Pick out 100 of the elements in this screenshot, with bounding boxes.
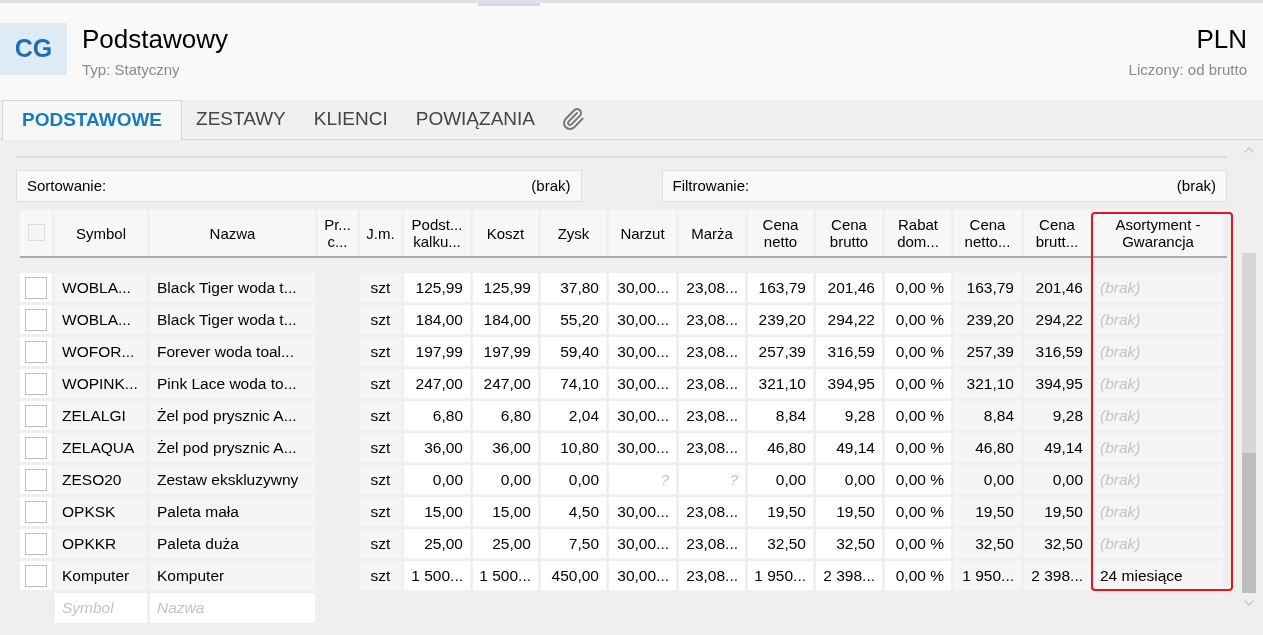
table-cell: 239,20 xyxy=(954,305,1021,334)
column-header[interactable]: Narzut xyxy=(609,210,676,256)
column-header[interactable]: Nazwa xyxy=(150,210,315,256)
table-cell: 1 950... xyxy=(954,561,1021,590)
table-cell: 8,84 xyxy=(748,401,813,430)
sort-label: Sortowanie: xyxy=(27,175,107,196)
column-header[interactable]: Marża xyxy=(679,210,745,256)
profile-title: Podstawowy xyxy=(82,23,228,55)
profile-type: Typ: Statyczny xyxy=(82,60,181,80)
tab[interactable]: PODSTAWOWE xyxy=(2,100,183,140)
row-checkbox[interactable] xyxy=(25,404,47,427)
table-cell: OPKKR xyxy=(55,529,147,558)
table-cell: 450,00 xyxy=(541,561,606,590)
filter-value: (brak) xyxy=(1176,175,1216,196)
table-cell: WOBLA... xyxy=(55,273,147,302)
table-cell: 23,08... xyxy=(679,273,745,302)
table-cell: Paleta duża xyxy=(150,529,315,558)
table-cell: 0,00 % xyxy=(885,401,951,430)
table-cell: 55,20 xyxy=(541,305,606,334)
select-all-checkbox[interactable] xyxy=(27,224,45,241)
filter-label: Filtrowanie: xyxy=(672,175,750,196)
row-checkbox[interactable] xyxy=(25,532,47,555)
row-checkbox[interactable] xyxy=(25,564,47,587)
column-header[interactable]: Zysk xyxy=(541,210,606,256)
table-cell: ZESO20 xyxy=(55,465,147,494)
column-header[interactable]: Rabat dom... xyxy=(885,210,951,256)
table-cell: 0,00 xyxy=(748,465,813,494)
table-cell: 23,08... xyxy=(679,305,745,334)
calc-mode: Liczony: od brutto xyxy=(1128,60,1247,80)
name-input[interactable]: Nazwa xyxy=(150,593,315,623)
column-header[interactable]: Podst... kalku... xyxy=(404,210,470,256)
row-checkbox[interactable] xyxy=(25,500,47,523)
attachment-icon[interactable] xyxy=(561,107,585,131)
table-cell: 23,08... xyxy=(679,561,745,590)
table-cell: szt xyxy=(360,401,401,430)
column-header[interactable]: Cena brutt... xyxy=(1024,210,1090,256)
table-cell: 201,46 xyxy=(816,273,882,302)
row-checkbox[interactable] xyxy=(25,340,47,363)
table-cell: ZELALGI xyxy=(55,401,147,430)
table-cell: 7,50 xyxy=(541,529,606,558)
row-checkbox[interactable] xyxy=(25,372,47,395)
table-cell: 294,22 xyxy=(1024,305,1090,334)
table-cell: 184,00 xyxy=(473,305,538,334)
symbol-input[interactable]: Symbol xyxy=(55,593,147,623)
tab[interactable]: ZESTAWY xyxy=(182,99,300,139)
table-cell: 74,10 xyxy=(541,369,606,398)
table-cell: WOBLA... xyxy=(55,305,147,334)
row-checkbox[interactable] xyxy=(25,468,47,491)
table-cell: 257,39 xyxy=(954,337,1021,366)
table-cell: 197,99 xyxy=(473,337,538,366)
table-cell: 30,00... xyxy=(609,305,676,334)
sort-bar[interactable]: Sortowanie: (brak) xyxy=(16,170,582,202)
table-cell: ? xyxy=(679,465,745,494)
filter-bar[interactable]: Filtrowanie: (brak) xyxy=(661,170,1227,202)
row-checkbox[interactable] xyxy=(25,436,47,459)
column-header[interactable]: Cena netto xyxy=(748,210,813,256)
table-cell: Black Tiger woda t... xyxy=(150,273,315,302)
table-cell: 19,50 xyxy=(1024,497,1090,526)
table-cell: 15,00 xyxy=(473,497,538,526)
table-cell: 1 500... xyxy=(404,561,470,590)
table-cell: 9,28 xyxy=(816,401,882,430)
table-cell: Paleta mała xyxy=(150,497,315,526)
tab[interactable]: POWIĄZANIA xyxy=(401,99,549,139)
tab[interactable]: KLIENCI xyxy=(299,99,402,139)
table-cell: 46,80 xyxy=(748,433,813,462)
table-cell: 257,39 xyxy=(748,337,813,366)
column-header[interactable]: Asortyment - Gwarancja xyxy=(1093,210,1223,256)
table-cell: 0,00 % xyxy=(885,561,951,590)
table-cell: Zestaw ekskluzywny xyxy=(150,465,315,494)
table-cell: 49,14 xyxy=(1024,433,1090,462)
column-header[interactable]: Koszt xyxy=(473,210,538,256)
table-cell: 32,50 xyxy=(816,529,882,558)
table-cell: 2 398... xyxy=(1024,561,1090,590)
table-cell: 23,08... xyxy=(679,433,745,462)
row-checkbox[interactable] xyxy=(25,276,47,299)
table-cell: 10,80 xyxy=(541,433,606,462)
scrollbar-thumb[interactable] xyxy=(1242,453,1256,593)
column-header[interactable]: Symbol xyxy=(55,210,147,256)
table-cell: 1 950... xyxy=(748,561,813,590)
table-cell: 1 500... xyxy=(473,561,538,590)
table-cell: 32,50 xyxy=(748,529,813,558)
table-cell: 30,00... xyxy=(609,433,676,462)
column-header[interactable]: Cena brutto xyxy=(816,210,882,256)
logo-badge: CG xyxy=(0,23,67,75)
table-cell: 0,00 xyxy=(541,465,606,494)
table-cell: 8,84 xyxy=(954,401,1021,430)
column-header[interactable]: Pr... c... xyxy=(318,210,357,256)
table-cell: 30,00... xyxy=(609,529,676,558)
row-checkbox[interactable] xyxy=(25,308,47,331)
column-header[interactable]: J.m. xyxy=(360,210,401,256)
table-cell: szt xyxy=(360,273,401,302)
table-cell: 0,00 % xyxy=(885,369,951,398)
table-cell: 0,00 % xyxy=(885,465,951,494)
table-cell: szt xyxy=(360,369,401,398)
table-cell: 0,00 xyxy=(816,465,882,494)
table-cell: 30,00... xyxy=(609,273,676,302)
table-cell: 19,50 xyxy=(954,497,1021,526)
column-header[interactable]: Cena netto... xyxy=(954,210,1021,256)
table-cell: Komputer xyxy=(55,561,147,590)
table-cell: 0,00 % xyxy=(885,305,951,334)
